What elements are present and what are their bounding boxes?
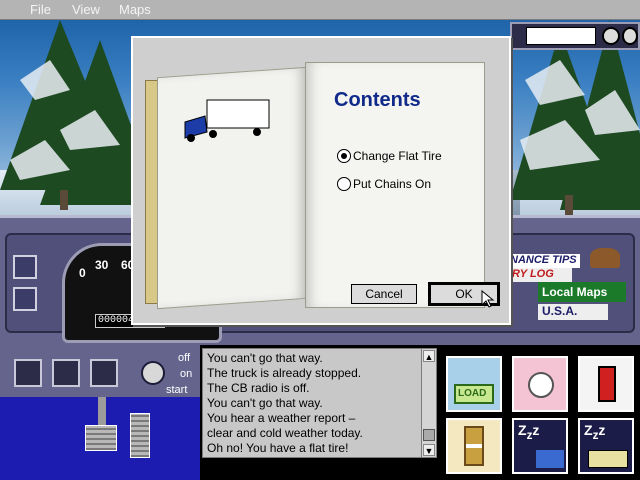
load-button[interactable]: LOAD [446, 356, 502, 412]
fuel-button[interactable] [578, 356, 634, 412]
option-change-flat-tire-label[interactable]: Change Flat Tire [353, 149, 442, 163]
scroll-up-icon[interactable]: ▲ [423, 350, 435, 362]
message-log: You can't go that way. The truck is alre… [202, 348, 422, 458]
cancel-button[interactable]: Cancel [351, 284, 417, 304]
mouse-cursor-icon [481, 290, 495, 308]
gas-pedal[interactable] [130, 413, 150, 458]
wait-button[interactable] [446, 418, 502, 474]
truck-icon [536, 450, 564, 468]
plate-icon [528, 372, 554, 398]
ignition-off-label: off [178, 352, 191, 364]
log-line: The truck is already stopped. [207, 366, 362, 380]
log-line: Oh no! You have a flat tire! [207, 441, 349, 455]
clock-icon [622, 27, 638, 45]
sleep-motel-button[interactable]: Zzz [578, 418, 634, 474]
option-put-chains-on-label[interactable]: Put Chains On [353, 177, 431, 191]
brake-pedal[interactable] [85, 425, 117, 451]
manual-book [145, 50, 491, 310]
fuel-gauge-button[interactable] [90, 359, 118, 387]
option-change-flat-tire-radio[interactable] [337, 149, 351, 163]
ignition-key[interactable] [141, 361, 165, 385]
compass-icon [602, 27, 620, 45]
log-line: clear and cold weather today. [207, 426, 363, 440]
menu-view[interactable]: View [72, 2, 100, 17]
zzz-icon: Zzz [518, 422, 540, 442]
sign-daily-log[interactable]: RY LOG [512, 268, 572, 282]
battery-button[interactable] [52, 359, 80, 387]
speed-label-0: 0 [79, 266, 86, 280]
dialog-title: Contents [334, 89, 421, 111]
steering-column [98, 397, 106, 425]
scroll-down-icon[interactable]: ▼ [423, 444, 435, 456]
ignition-start-label: start [166, 384, 188, 396]
option-put-chains-on-radio[interactable] [337, 177, 351, 191]
eagle-icon [590, 248, 620, 268]
sleep-truck-button[interactable]: Zzz [512, 418, 568, 474]
motel-icon [588, 450, 628, 468]
headlights-icon[interactable] [13, 255, 37, 279]
scroll-thumb[interactable] [423, 429, 435, 441]
eat-button[interactable] [512, 356, 568, 412]
zzz-icon: Zzz [584, 422, 606, 442]
log-line: You hear a weather report – [207, 411, 356, 425]
menu-maps[interactable]: Maps [119, 2, 151, 17]
wipers-icon[interactable] [13, 287, 37, 311]
log-line: The CB radio is off. [207, 381, 310, 395]
sign-local-maps[interactable]: Local Maps [538, 282, 626, 302]
log-line: You can't go that way. [207, 351, 323, 365]
speed-label-30: 30 [95, 258, 109, 272]
menu-bar: File View Maps [0, 0, 640, 20]
message-scrollbar[interactable]: ▲ ▼ [421, 348, 437, 458]
log-line: You can't go that way. [207, 396, 323, 410]
load-label: LOAD [458, 388, 487, 399]
menu-file[interactable]: File [30, 2, 51, 17]
cb-radio-button[interactable] [14, 359, 42, 387]
mirror-display [510, 22, 640, 50]
sign-usa-map[interactable]: U.S.A. [538, 304, 608, 320]
hourglass-icon [464, 426, 484, 466]
gas-pump-icon [598, 366, 616, 402]
truck-icon [184, 99, 270, 142]
ignition-on-label: on [180, 368, 193, 380]
sign-maintenance-tips[interactable]: NANCE TIPS [510, 254, 580, 268]
contents-dialog: Contents Change Flat Tire Put Chains On … [131, 36, 511, 325]
